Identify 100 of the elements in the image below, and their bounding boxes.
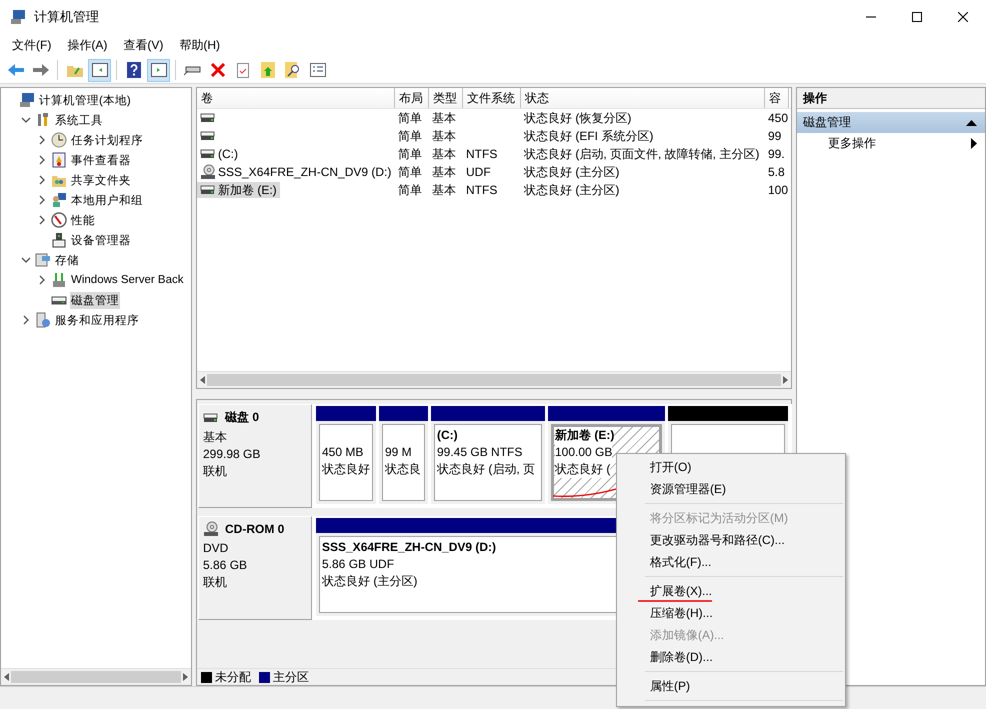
table-cell: 100 — [768, 183, 788, 197]
disk-status: 联机 — [203, 574, 228, 591]
disk-size: 299.98 GB — [203, 446, 262, 463]
drive-icon — [200, 185, 216, 195]
table-cell: 简单 — [398, 182, 422, 198]
action-label: 磁盘管理 — [803, 114, 851, 131]
computer-icon — [10, 8, 26, 24]
tree-item[interactable]: 计算机管理(本地) — [38, 92, 132, 108]
table-cell: 状态良好 (EFI 系统分区) — [524, 128, 654, 144]
scroll-left-icon[interactable] — [200, 376, 205, 384]
scroll-left-icon[interactable] — [4, 673, 9, 681]
column-header[interactable]: 卷 — [197, 88, 395, 108]
expand-chevron-icon[interactable] — [37, 155, 47, 165]
action-label: 更多操作 — [828, 135, 876, 152]
tree-item[interactable]: 性能 — [70, 212, 96, 228]
table-cell: 状态良好 (主分区) — [524, 164, 620, 180]
disk-info-panel[interactable]: 磁盘 0 基本 299.98 GB 联机 — [198, 404, 312, 508]
table-cell: 简单 — [398, 110, 422, 126]
volume-name[interactable]: 新加卷 (E:) — [197, 182, 280, 198]
action-item[interactable]: 更多操作 — [797, 133, 985, 154]
table-cell: 简单 — [398, 128, 422, 144]
tree-item[interactable]: 事件查看器 — [70, 152, 132, 168]
tree-item[interactable]: 服务和应用程序 — [54, 312, 140, 328]
table-cell: 简单 — [398, 146, 422, 162]
drive-icon — [203, 412, 219, 422]
console-tree-toggle-button[interactable] — [88, 58, 111, 82]
menu-item[interactable]: 帮助(H) — [171, 34, 228, 56]
menu-item[interactable]: 操作(A) — [59, 34, 116, 56]
column-header[interactable]: 布局 — [395, 88, 429, 108]
menu-item[interactable]: 文件(F) — [4, 34, 60, 56]
panel-icon — [92, 63, 108, 77]
partition-box[interactable]: 99 M 状态良 — [382, 424, 425, 501]
table-cell: 99 — [768, 129, 782, 143]
table-cell: 状态良好 (主分区) — [524, 182, 620, 198]
volume-name[interactable]: SSS_X64FRE_ZH-CN_DV9 (D:) — [197, 164, 394, 180]
table-cell: 99. — [768, 147, 785, 161]
table-cell: 450 — [768, 111, 788, 125]
forward-arrow-icon — [32, 63, 50, 77]
submenu-arrow-icon — [971, 138, 977, 149]
menu-item[interactable]: 删除卷(D)... — [617, 646, 845, 668]
scroll-right-icon[interactable] — [183, 673, 188, 681]
expand-chevron-icon[interactable] — [37, 175, 47, 185]
tree-item[interactable]: 本地用户和组 — [70, 192, 144, 208]
volume-name[interactable]: (C:) — [197, 146, 241, 162]
disk-info-panel[interactable]: CD-ROM 0 DVD 5.86 GB 联机 — [198, 516, 312, 620]
partition-size: 99 M — [385, 444, 412, 461]
action-group[interactable]: 磁盘管理 — [797, 112, 985, 133]
partition-box[interactable]: (C:) 99.45 GB NTFS 状态良好 (启动, 页 — [434, 424, 542, 501]
services-icon — [35, 312, 51, 328]
disk-name: 磁盘 0 — [225, 409, 260, 426]
action-pane-toggle-button[interactable] — [147, 58, 170, 82]
collapse-chevron-icon[interactable] — [21, 115, 31, 125]
computer-icon — [19, 92, 35, 108]
menu-item[interactable]: 属性(P) — [617, 675, 845, 697]
expand-chevron-icon[interactable] — [21, 315, 31, 325]
cd-drive-icon — [203, 521, 219, 537]
table-cell: 基本 — [432, 146, 456, 162]
disk-type: 基本 — [203, 429, 228, 446]
disk-size: 5.86 GB — [203, 557, 248, 574]
legend-label: 未分配 — [215, 668, 251, 686]
partition-status: 状态良 — [385, 461, 421, 478]
folder-icon — [66, 63, 82, 77]
collapse-chevron-icon[interactable] — [21, 255, 31, 265]
delete-icon — [210, 63, 224, 77]
expand-chevron-icon[interactable] — [37, 135, 47, 145]
tree-item[interactable]: 共享文件夹 — [70, 172, 132, 188]
table-cell: 简单 — [398, 164, 422, 180]
expand-chevron-icon[interactable] — [37, 215, 47, 225]
scroll-right-icon[interactable] — [783, 376, 788, 384]
tree-item[interactable]: 存储 — [54, 252, 80, 268]
table-cell: 状态良好 (启动, 页面文件, 故障转储, 主分区) — [524, 146, 760, 162]
menu-item[interactable]: 查看(V) — [115, 34, 172, 56]
expand-chevron-icon[interactable] — [37, 275, 47, 285]
expand-chevron-icon[interactable] — [37, 195, 47, 205]
disk-name: CD-ROM 0 — [225, 522, 284, 536]
column-header[interactable]: 文件系统 — [463, 88, 521, 108]
horizontal-scrollbar[interactable] — [1, 668, 191, 685]
search-icon — [284, 62, 300, 78]
tree-item[interactable]: 磁盘管理 — [70, 292, 120, 308]
maximize-icon — [912, 12, 922, 22]
table-cell: 状态良好 (恢复分区) — [524, 110, 632, 126]
tree-item[interactable]: 系统工具 — [54, 112, 104, 128]
tree-item[interactable]: 设备管理器 — [70, 232, 132, 248]
tree-item[interactable]: Windows Server Back — [70, 273, 184, 287]
table-cell: NTFS — [466, 183, 498, 197]
event-log-icon — [51, 152, 67, 168]
column-header[interactable]: 状态 — [521, 88, 765, 108]
partition-box[interactable]: 450 MB 状态良好 — [319, 424, 373, 501]
partition-size: 99.45 GB NTFS — [437, 444, 522, 461]
partition-status: 状态良好 — [322, 461, 370, 478]
checklist-icon — [310, 63, 326, 77]
horizontal-scrollbar[interactable] — [197, 371, 791, 388]
partition-size: 450 MB — [322, 444, 364, 461]
window-title: 计算机管理 — [34, 8, 99, 26]
partition-name: 新加卷 (E:) — [555, 427, 614, 444]
column-header[interactable]: 容 — [765, 88, 789, 108]
tree-item[interactable]: 任务计划程序 — [70, 132, 144, 148]
partition-size: 100.00 GB — [555, 444, 612, 461]
partition-status: 状态良好 (启动, 页 — [437, 461, 535, 478]
column-header[interactable]: 类型 — [429, 88, 463, 108]
